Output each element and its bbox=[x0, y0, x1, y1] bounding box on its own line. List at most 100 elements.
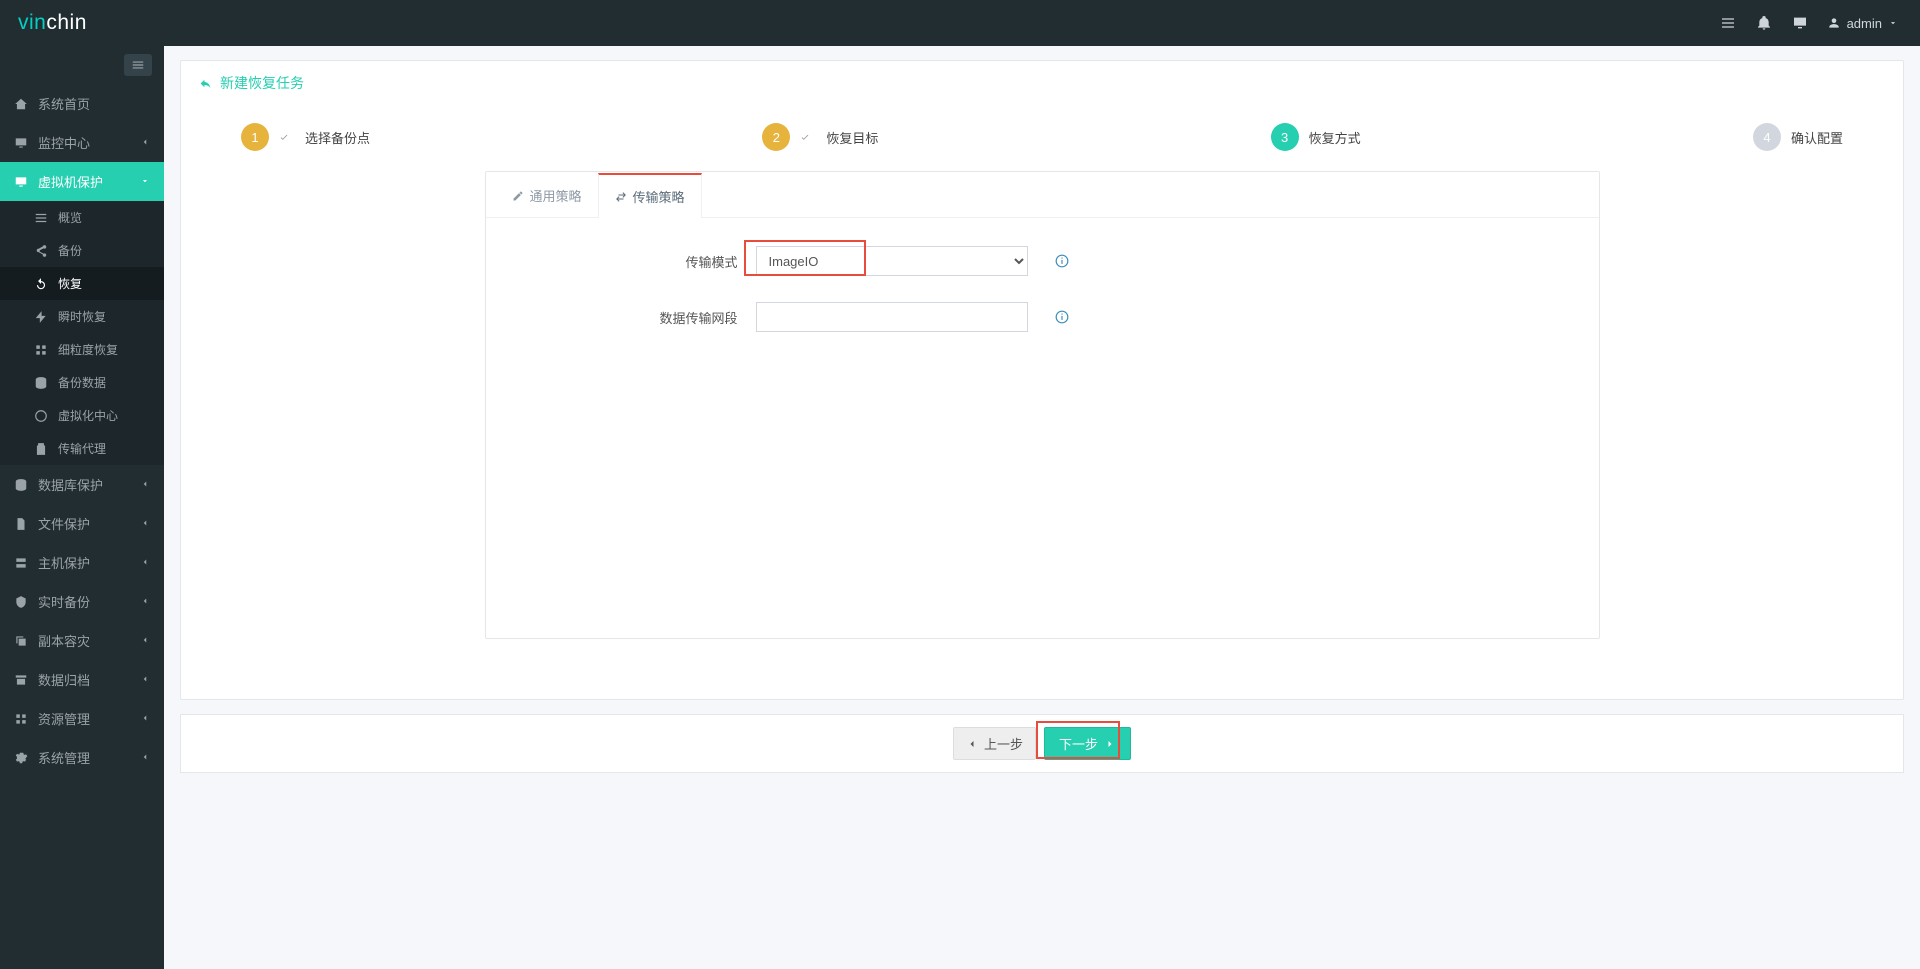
sub-item-label: 传输代理 bbox=[58, 440, 106, 457]
chevron-left-icon bbox=[140, 594, 150, 609]
share-icon bbox=[34, 244, 48, 258]
next-button-label: 下一步 bbox=[1059, 734, 1098, 753]
reply-icon bbox=[199, 77, 212, 90]
chevron-left-icon bbox=[140, 135, 150, 150]
sub-item-transfer-agent[interactable]: 传输代理 bbox=[0, 432, 164, 465]
info-icon[interactable] bbox=[1052, 251, 1072, 271]
sidebar-collapse[interactable] bbox=[0, 46, 164, 84]
sidebar-item-label: 文件保护 bbox=[38, 514, 90, 533]
logo-rest: chin bbox=[46, 11, 87, 35]
grid-icon bbox=[14, 712, 28, 726]
tab-body: 传输模式 ImageIO 数据传输 bbox=[486, 218, 1599, 638]
sub-item-label: 概览 bbox=[58, 209, 82, 226]
sidebar-item-label: 系统管理 bbox=[38, 748, 90, 767]
select-transfer-mode[interactable]: ImageIO bbox=[756, 246, 1028, 276]
sidebar-item-file-protection[interactable]: 文件保护 bbox=[0, 504, 164, 543]
tasks-icon[interactable] bbox=[1719, 14, 1737, 32]
undo-icon bbox=[34, 277, 48, 291]
prev-button[interactable]: 上一步 bbox=[953, 727, 1036, 760]
tab-transfer-label: 传输策略 bbox=[633, 187, 685, 206]
tab-transfer-strategy[interactable]: 传输策略 bbox=[598, 173, 702, 218]
sub-item-restore[interactable]: 恢复 bbox=[0, 267, 164, 300]
sub-item-label: 瞬时恢复 bbox=[58, 308, 106, 325]
sidebar-item-label: 监控中心 bbox=[38, 133, 90, 152]
swap-icon bbox=[615, 191, 627, 203]
sidebar-item-host-protection[interactable]: 主机保护 bbox=[0, 543, 164, 582]
sub-nav-vm: 概览 备份 恢复 瞬时恢复 细粒度恢复 备份数据 虚拟化中心 传输代理 bbox=[0, 201, 164, 465]
sub-item-label: 虚拟化中心 bbox=[58, 407, 118, 424]
display-icon[interactable] bbox=[1791, 14, 1809, 32]
sidebar-item-label: 虚拟机保护 bbox=[38, 172, 103, 191]
chevron-left-icon bbox=[140, 750, 150, 765]
bell-icon[interactable] bbox=[1755, 14, 1773, 32]
sidebar-item-label: 数据库保护 bbox=[38, 475, 103, 494]
step-2[interactable]: 2 恢复目标 bbox=[762, 123, 878, 151]
sidebar-item-realtime-backup[interactable]: 实时备份 bbox=[0, 582, 164, 621]
copy-icon bbox=[14, 634, 28, 648]
check-icon bbox=[279, 130, 289, 145]
logo-thin: vin bbox=[18, 11, 46, 35]
sidebar-item-vm-protection[interactable]: 虚拟机保护 bbox=[0, 162, 164, 201]
chevron-left-icon bbox=[140, 555, 150, 570]
page-title-row: 新建恢复任务 bbox=[181, 61, 1903, 105]
sidebar: 系统首页 监控中心 虚拟机保护 概览 备份 恢复 瞬时恢复 bbox=[0, 46, 164, 969]
file-icon bbox=[14, 517, 28, 531]
monitor-icon bbox=[14, 136, 28, 150]
step-4[interactable]: 4 确认配置 bbox=[1753, 123, 1843, 151]
tabs-header: 通用策略 传输策略 bbox=[486, 172, 1599, 218]
input-net-segment[interactable] bbox=[756, 302, 1028, 332]
globe-icon bbox=[34, 409, 48, 423]
granular-icon bbox=[34, 343, 48, 357]
sidebar-item-resource-mgmt[interactable]: 资源管理 bbox=[0, 699, 164, 738]
vm-icon bbox=[14, 175, 28, 189]
list-icon bbox=[34, 211, 48, 225]
sidebar-item-label: 主机保护 bbox=[38, 553, 90, 572]
home-icon bbox=[14, 97, 28, 111]
topbar-right: admin bbox=[1719, 14, 1920, 32]
step-3-label: 恢复方式 bbox=[1309, 128, 1361, 147]
tab-general-strategy[interactable]: 通用策略 bbox=[496, 172, 598, 217]
chevron-left-icon bbox=[140, 711, 150, 726]
step-1[interactable]: 1 选择备份点 bbox=[241, 123, 370, 151]
sidebar-item-monitor[interactable]: 监控中心 bbox=[0, 123, 164, 162]
step-3[interactable]: 3 恢复方式 bbox=[1271, 123, 1361, 151]
database-icon bbox=[14, 478, 28, 492]
sub-item-label: 备份数据 bbox=[58, 374, 106, 391]
sub-item-label: 细粒度恢复 bbox=[58, 341, 118, 358]
chevron-left-icon bbox=[140, 516, 150, 531]
sidebar-item-label: 数据归档 bbox=[38, 670, 90, 689]
logo: vinchin bbox=[0, 11, 87, 35]
steps-row: 1 选择备份点 2 恢复目标 3 恢复方式 4 确认配置 bbox=[181, 105, 1903, 171]
step-4-label: 确认配置 bbox=[1791, 128, 1843, 147]
sidebar-item-data-archive[interactable]: 数据归档 bbox=[0, 660, 164, 699]
user-menu[interactable]: admin bbox=[1827, 16, 1898, 31]
sidebar-item-system-mgmt[interactable]: 系统管理 bbox=[0, 738, 164, 777]
main-content: 新建恢复任务 1 选择备份点 2 恢复目标 3 恢复方式 4 确认配置 bbox=[164, 46, 1920, 969]
sub-item-instant-restore[interactable]: 瞬时恢复 bbox=[0, 300, 164, 333]
label-net-segment: 数据传输网段 bbox=[516, 308, 756, 327]
sidebar-item-home[interactable]: 系统首页 bbox=[0, 84, 164, 123]
shield-icon bbox=[14, 595, 28, 609]
clipboard-icon bbox=[34, 442, 48, 456]
step-1-label: 选择备份点 bbox=[305, 128, 370, 147]
sidebar-item-label: 副本容灾 bbox=[38, 631, 90, 650]
sub-item-backup-data[interactable]: 备份数据 bbox=[0, 366, 164, 399]
tabs-card: 通用策略 传输策略 传输模式 ImageIO bbox=[485, 171, 1600, 639]
row-transfer-mode: 传输模式 ImageIO bbox=[516, 246, 1569, 276]
sub-item-backup[interactable]: 备份 bbox=[0, 234, 164, 267]
top-bar: vinchin admin bbox=[0, 0, 1920, 46]
check-icon bbox=[800, 130, 810, 145]
next-button[interactable]: 下一步 bbox=[1044, 727, 1131, 760]
sub-item-virtualization-center[interactable]: 虚拟化中心 bbox=[0, 399, 164, 432]
user-name: admin bbox=[1847, 16, 1882, 31]
sub-item-overview[interactable]: 概览 bbox=[0, 201, 164, 234]
info-icon[interactable] bbox=[1052, 307, 1072, 327]
database-icon bbox=[34, 376, 48, 390]
row-net-segment: 数据传输网段 bbox=[516, 302, 1569, 332]
bolt-icon bbox=[34, 310, 48, 324]
gear-icon bbox=[14, 751, 28, 765]
sidebar-item-db-protection[interactable]: 数据库保护 bbox=[0, 465, 164, 504]
chevron-left-icon bbox=[140, 633, 150, 648]
sub-item-granular-restore[interactable]: 细粒度恢复 bbox=[0, 333, 164, 366]
sidebar-item-replica-dr[interactable]: 副本容灾 bbox=[0, 621, 164, 660]
